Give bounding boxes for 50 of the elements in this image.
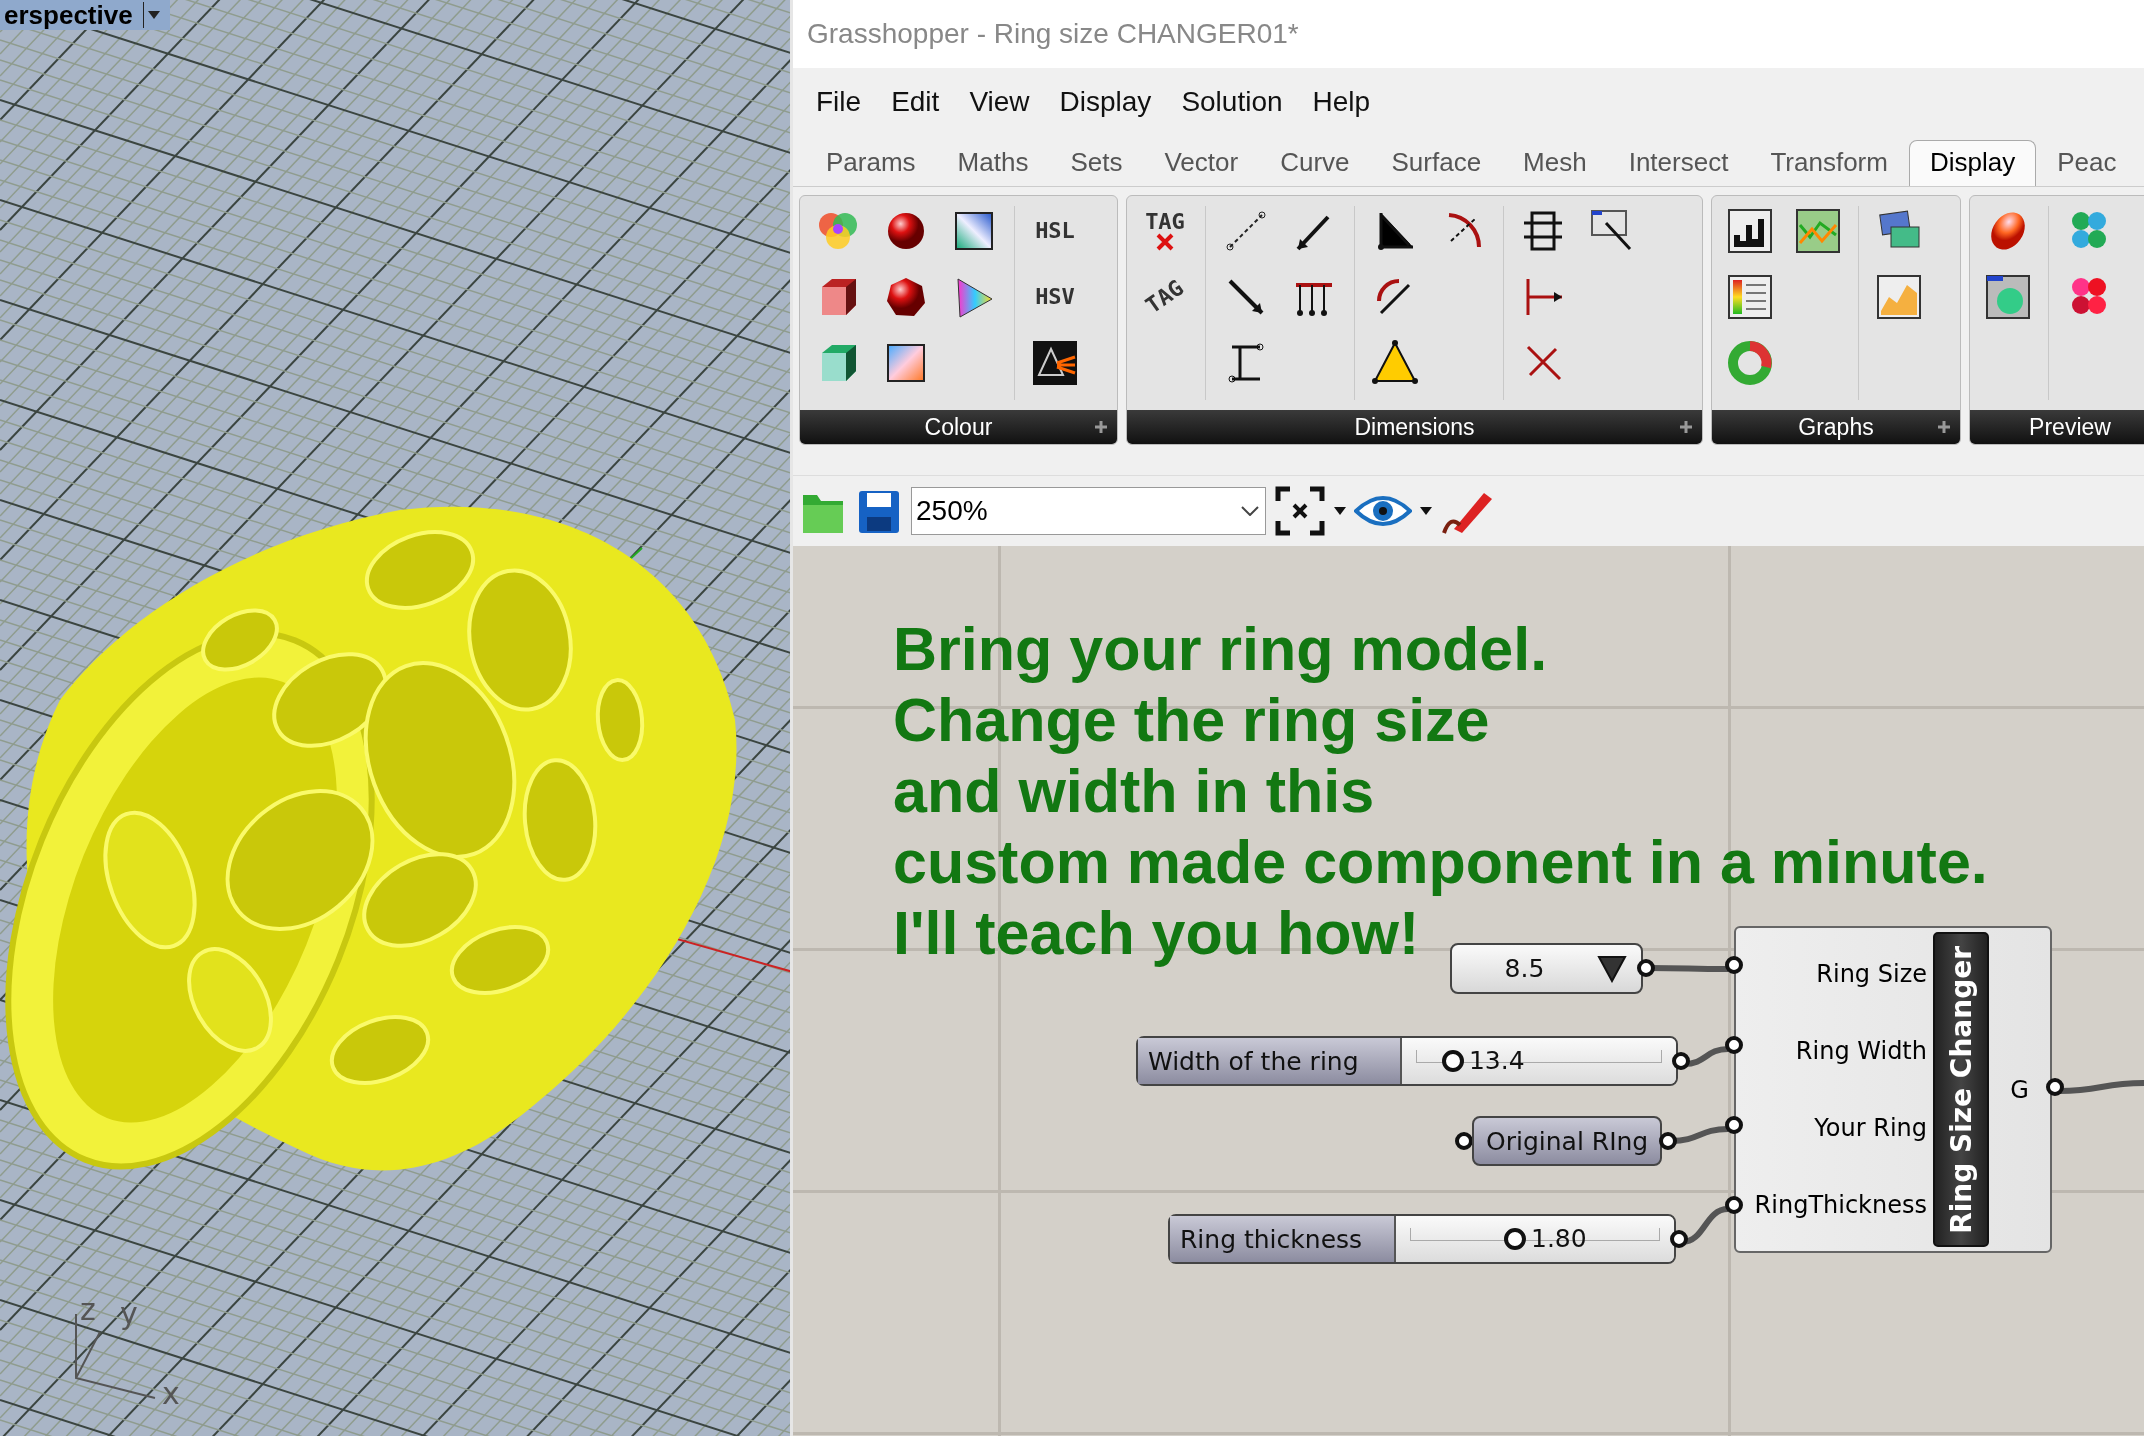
menu-item[interactable]: Display: [1059, 86, 1152, 118]
ribbon-tab[interactable]: Sets: [1049, 140, 1144, 186]
group-title: Preview: [2029, 413, 2111, 441]
ribbon-tab[interactable]: Intersect: [1607, 140, 1750, 186]
value-list[interactable]: 8.5: [1450, 943, 1643, 994]
hsl-button[interactable]: HSL: [1026, 200, 1084, 262]
note-line: I'll teach you how!: [893, 898, 1420, 969]
component-name-bar: Ring Size Changer: [1933, 932, 1989, 1247]
number-slider[interactable]: Width of the ring 13.4: [1136, 1036, 1678, 1086]
delete-tag-button[interactable]: TAG: [1136, 200, 1194, 262]
value-list-value: 8.5: [1503, 954, 1546, 983]
input-label: Ring Width: [1795, 1037, 1927, 1066]
slider-value: 1.80: [1531, 1224, 1587, 1253]
ribbon-tab[interactable]: Mesh: [1502, 140, 1608, 186]
ribbon-tab[interactable]: Transform: [1749, 140, 1909, 186]
axis-label: z: [80, 1292, 96, 1327]
ribbon-tab[interactable]: Display: [1908, 140, 2037, 186]
ribbon-tab[interactable]: Params: [805, 140, 937, 186]
zoom-dropdown[interactable]: 250%: [911, 487, 1266, 535]
note-line: custom made component in a minute.: [893, 827, 1988, 898]
tag-button[interactable]: TAG: [1136, 266, 1194, 328]
ribbon-tab[interactable]: Peac: [2036, 140, 2138, 186]
axis-label: y: [120, 1296, 138, 1331]
note-line: Bring your ring model.: [893, 614, 1548, 685]
group-title: Colour: [924, 413, 993, 441]
note-line: Change the ring size: [893, 685, 1490, 756]
ribbon-tab[interactable]: Surface: [1370, 140, 1503, 186]
ribbon-tab[interactable]: Vector: [1143, 140, 1260, 186]
input-label: Your Ring: [1814, 1113, 1927, 1142]
menu-item[interactable]: View: [969, 86, 1030, 118]
menu-item[interactable]: Help: [1312, 86, 1371, 118]
parameter-node[interactable]: Original RIng: [1472, 1116, 1663, 1166]
input-label: RingThickness: [1754, 1190, 1927, 1219]
menu-item[interactable]: Edit: [891, 86, 940, 118]
slider-label: Ring thickness: [1170, 1216, 1396, 1262]
number-slider[interactable]: Ring thickness 1.80: [1168, 1214, 1676, 1264]
input-label: Ring Size: [1816, 960, 1927, 989]
menu-item[interactable]: Solution: [1181, 86, 1283, 118]
note-line: and width in this: [893, 756, 1375, 827]
axis-label: x: [162, 1376, 180, 1411]
slider-label: Width of the ring: [1138, 1038, 1402, 1084]
menu-item[interactable]: File: [816, 86, 862, 118]
group-title: Graphs: [1798, 413, 1874, 441]
ribbon-tab[interactable]: Maths: [936, 140, 1050, 186]
output-label: G: [2010, 1075, 2029, 1104]
ribbon-tab[interactable]: Curve: [1259, 140, 1371, 186]
window-title: Grasshopper - Ring size CHANGER01*: [793, 0, 2144, 68]
slider-value: 13.4: [1468, 1046, 1525, 1075]
group-title: Dimensions: [1354, 413, 1475, 441]
hsv-button[interactable]: HSV: [1026, 266, 1084, 328]
